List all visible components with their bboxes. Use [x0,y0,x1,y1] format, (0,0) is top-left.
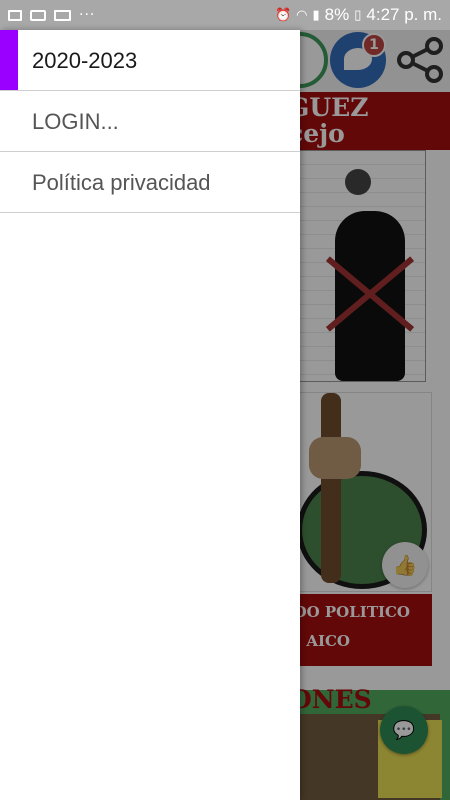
video-icon [30,9,46,21]
status-right-icons: ⏰ ◠ ▮ 8% ▯ 4:27 p. m. [275,5,442,25]
drawer-item-login[interactable]: LOGIN... [0,91,300,152]
hand-illustration [309,437,361,479]
drawer-item-privacy-policy[interactable]: Política privacidad [0,152,300,213]
drawer-item-label: 2020-2023 [32,47,138,73]
drawer-item-2020-2023[interactable]: 2020-2023 [0,30,300,91]
laptop-icon [54,9,71,21]
divider [0,212,300,213]
drawer-item-label: LOGIN... [32,108,119,134]
section-label: ONES [290,685,372,714]
battery-icon: ▯ [354,7,362,22]
staff-illustration [321,393,341,583]
status-bar: ··· ⏰ ◠ ▮ 8% ▯ 4:27 p. m. [0,0,450,30]
thumbs-up-icon[interactable]: 👍 [382,542,428,588]
chat-icon[interactable]: 💬 [380,706,428,754]
alarm-icon: ⏰ [274,7,292,22]
clock-time: 4:27 p. m. [366,5,442,24]
wifi-icon: ◠ [296,7,308,22]
clock-icon [345,169,371,195]
navigation-drawer: 2020-2023 LOGIN... Política privacidad [0,30,300,800]
messenger-badge: 1 [362,33,386,57]
status-left-icons: ··· [8,7,95,23]
signal-icon: ▮ [312,7,320,22]
active-item-marker [0,30,18,90]
image-icon [8,9,22,21]
more-notifications-icon: ··· [79,7,96,23]
battery-percent: 8% [324,5,350,24]
share-icon[interactable] [394,36,446,84]
drawer-item-label: Política privacidad [32,169,211,195]
